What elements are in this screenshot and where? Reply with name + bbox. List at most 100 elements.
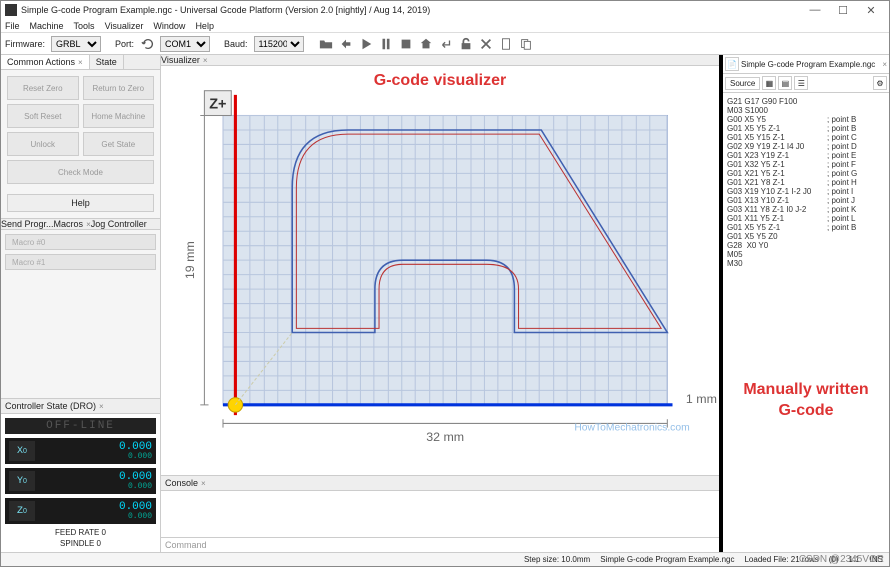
gcode-line[interactable]: G03 X11 Y8 Z-1 I0 J-2; point K [727, 205, 885, 214]
axis-z-machine: 0.000 [35, 513, 152, 521]
close-icon[interactable]: × [882, 60, 887, 69]
visualizer-canvas[interactable]: G-code visualizer Z+ [161, 66, 719, 475]
gear-icon[interactable]: ⚙ [873, 76, 887, 90]
menu-help[interactable]: Help [195, 21, 214, 31]
gcode-line[interactable]: G01 X5 Y5 Z-1; point B [727, 124, 885, 133]
check-mode-button[interactable]: Check Mode [7, 160, 154, 184]
axis-x-work: 0.000 [35, 442, 152, 453]
view-icon-1[interactable]: ▦ [762, 76, 776, 90]
gcode-line[interactable]: G03 X19 Y10 Z-1 I-2 J0; point I [727, 187, 885, 196]
command-input[interactable] [209, 540, 649, 550]
gcode-line[interactable]: G21 G17 G90 F100 [727, 97, 885, 106]
gcode-line[interactable]: M05 [727, 250, 885, 259]
reset-icon[interactable] [478, 36, 494, 52]
tab-send-program[interactable]: Send Progr... [1, 219, 54, 229]
tab-jog-controller[interactable]: Jog Controller [91, 219, 147, 229]
gcode-line[interactable]: G01 X5 Y5 Z0 [727, 232, 885, 241]
close-icon[interactable]: × [201, 479, 206, 488]
gcode-line[interactable]: G00 X5 Y5; point B [727, 115, 885, 124]
tab-common-actions[interactable]: Common Actions× [1, 55, 90, 69]
copy-icon[interactable] [518, 36, 534, 52]
gcode-line[interactable]: G28 X0 Y0 [727, 241, 885, 250]
menu-machine[interactable]: Machine [30, 21, 64, 31]
status-step: Step size: 10.0mm [524, 555, 590, 564]
tab-state[interactable]: State [90, 55, 124, 69]
axis-y-row: Y0 0.0000.000 [5, 468, 156, 494]
menubar: File Machine Tools Visualizer Window Hel… [1, 19, 889, 33]
visualizer-annotation: G-code visualizer [374, 72, 507, 90]
port-select[interactable]: COM1 [160, 36, 210, 52]
watermark: CSDN @2345VOR [799, 554, 884, 565]
unlock-icon[interactable] [458, 36, 474, 52]
gcode-line[interactable]: M03 S1000 [727, 106, 885, 115]
home-machine-button[interactable]: Home Machine [83, 104, 155, 128]
menu-visualizer[interactable]: Visualizer [105, 21, 144, 31]
axis-y-label[interactable]: Y0 [9, 471, 35, 491]
return-icon[interactable] [438, 36, 454, 52]
toolbar: Firmware: GRBL Port: COM1 Baud: 115200 [1, 33, 889, 55]
svg-text:32 mm: 32 mm [426, 430, 464, 444]
left-panel: Common Actions× State Reset Zero Return … [1, 55, 161, 552]
gcode-line[interactable]: G01 X21 Y5 Z-1; point G [727, 169, 885, 178]
connect-icon[interactable] [338, 36, 354, 52]
axis-z-label[interactable]: Z0 [9, 501, 35, 521]
maximize-button[interactable]: ☐ [829, 4, 857, 17]
axis-y-work: 0.000 [35, 472, 152, 483]
close-icon[interactable]: × [78, 58, 83, 67]
gcode-line[interactable]: G01 X32 Y5 Z-1; point F [727, 160, 885, 169]
dro-panel: OFF-LINE X0 0.0000.000 Y0 0.0000.000 Z0 … [1, 414, 160, 552]
window-title: Simple G-code Program Example.ngc - Univ… [21, 5, 801, 15]
gcode-line[interactable]: G01 X23 Y19 Z-1; point E [727, 151, 885, 160]
soft-reset-button[interactable]: Soft Reset [7, 104, 79, 128]
axis-y-machine: 0.000 [35, 483, 152, 491]
pause-icon[interactable] [378, 36, 394, 52]
refresh-icon[interactable] [140, 36, 156, 52]
svg-text:HowToMechatronics.com: HowToMechatronics.com [574, 423, 689, 434]
return-zero-button[interactable]: Return to Zero [83, 76, 155, 100]
svg-text:Z+: Z+ [209, 96, 226, 112]
axis-x-label[interactable]: X0 [9, 441, 35, 461]
status-file: Simple G-code Program Example.ngc [600, 555, 734, 564]
get-state-button[interactable]: Get State [83, 132, 155, 156]
home-icon[interactable] [418, 36, 434, 52]
svg-text:1 mm: 1 mm [686, 392, 717, 406]
view-icon-3[interactable]: ☰ [794, 76, 808, 90]
axis-z-row: Z0 0.0000.000 [5, 498, 156, 524]
menu-file[interactable]: File [5, 21, 20, 31]
gcode-editor[interactable]: G21 G17 G90 F100M03 S1000G00 X5 Y5; poin… [723, 93, 889, 552]
play-icon[interactable] [358, 36, 374, 52]
close-button[interactable]: ✕ [857, 4, 885, 17]
gcode-line[interactable]: G01 X13 Y10 Z-1; point J [727, 196, 885, 205]
code-file-tab[interactable]: Simple G-code Program Example.ngc [741, 60, 877, 69]
right-panel: 📄 Simple G-code Program Example.ngc × So… [719, 55, 889, 552]
menu-window[interactable]: Window [153, 21, 185, 31]
gcode-line[interactable]: G01 X5 Y5 Z-1; point B [727, 223, 885, 232]
tab-macros[interactable]: Macros× [54, 219, 91, 229]
file-icon: 📄 [725, 57, 739, 71]
source-tab[interactable]: Source [725, 77, 760, 90]
reset-zero-button[interactable]: Reset Zero [7, 76, 79, 100]
baud-select[interactable]: 115200 [254, 36, 304, 52]
view-icon-2[interactable]: ▤ [778, 76, 792, 90]
folder-open-icon[interactable] [318, 36, 334, 52]
gcode-line[interactable]: M30 [727, 259, 885, 268]
macro-1-button[interactable]: Macro #1 [5, 254, 156, 270]
firmware-select[interactable]: GRBL [51, 36, 101, 52]
gcode-line[interactable]: G01 X11 Y5 Z-1; point L [727, 214, 885, 223]
console-body[interactable] [161, 491, 719, 537]
menu-tools[interactable]: Tools [74, 21, 95, 31]
stop-icon[interactable] [398, 36, 414, 52]
unlock-button[interactable]: Unlock [7, 132, 79, 156]
macro-0-button[interactable]: Macro #0 [5, 234, 156, 250]
close-icon[interactable]: × [99, 402, 104, 411]
gcode-line[interactable]: G01 X21 Y8 Z-1; point H [727, 178, 885, 187]
command-label: Command [165, 540, 207, 550]
gcode-line[interactable]: G02 X9 Y19 Z-1 I4 J0; point D [727, 142, 885, 151]
tab-visualizer[interactable]: Visualizer× [161, 55, 208, 65]
minimize-button[interactable]: — [801, 4, 829, 16]
gcode-line[interactable]: G01 X5 Y15 Z-1; point C [727, 133, 885, 142]
close-icon[interactable]: × [203, 56, 208, 65]
help-button[interactable]: Help [7, 194, 154, 212]
spindle-label: SPINDLE 0 [5, 539, 156, 548]
clipboard-icon[interactable] [498, 36, 514, 52]
